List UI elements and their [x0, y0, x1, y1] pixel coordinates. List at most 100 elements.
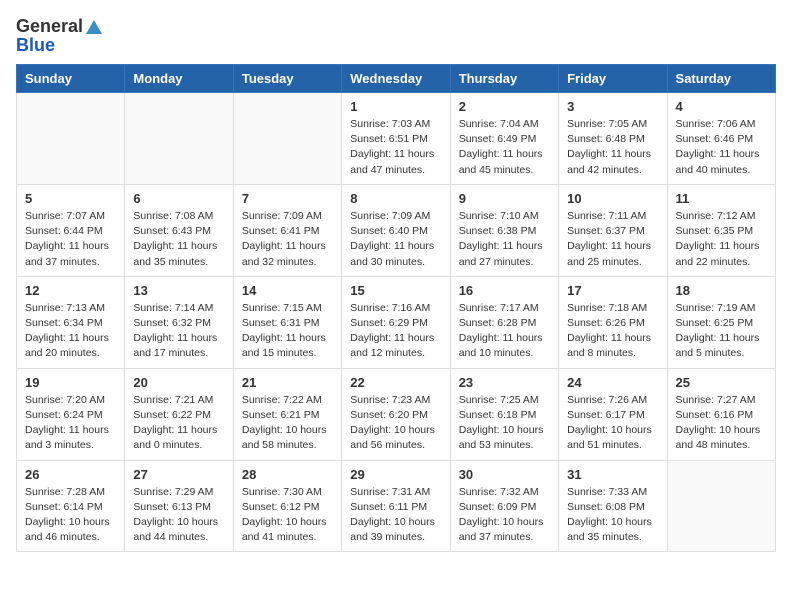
week-row-3: 12 Sunrise: 7:13 AMSunset: 6:34 PMDayligh… [17, 276, 776, 368]
day-cell: 19Sunrise: 7:20 AMSunset: 6:24 PMDayligh… [17, 368, 125, 460]
day-cell: 21 Sunrise: 7:22 AMSunset: 6:21 PMDayligh… [233, 368, 341, 460]
day-number: 25 [676, 375, 767, 390]
day-number: 17 [567, 283, 658, 298]
day-number: 26 [25, 467, 116, 482]
day-number: 21 [242, 375, 333, 390]
day-info: Sunrise: 7:26 AMSunset: 6:17 PMDaylight:… [567, 393, 658, 454]
logo-general-text: General [16, 16, 83, 37]
day-cell: 2Sunrise: 7:04 AMSunset: 6:49 PMDaylight… [450, 93, 558, 185]
day-cell: 22Sunrise: 7:23 AMSunset: 6:20 PMDayligh… [342, 368, 450, 460]
day-info: Sunrise: 7:04 AMSunset: 6:49 PMDaylight:… [459, 117, 550, 178]
day-number: 22 [350, 375, 441, 390]
day-info: Sunrise: 7:28 AMSunset: 6:14 PMDaylight:… [25, 485, 116, 546]
day-info: Sunrise: 7:12 AMSunset: 6:35 PMDaylight:… [676, 209, 767, 270]
day-info: Sunrise: 7:21 AMSunset: 6:22 PMDaylight:… [133, 393, 224, 454]
day-info: Sunrise: 7:14 AMSunset: 6:32 PMDaylight:… [133, 301, 224, 362]
day-number: 28 [242, 467, 333, 482]
week-row-5: 26 Sunrise: 7:28 AMSunset: 6:14 PMDayligh… [17, 460, 776, 552]
logo-blue-text: Blue [16, 35, 55, 56]
day-cell [17, 93, 125, 185]
day-cell: 11 Sunrise: 7:12 AMSunset: 6:35 PMDayligh… [667, 184, 775, 276]
day-info: Sunrise: 7:25 AMSunset: 6:18 PMDaylight:… [459, 393, 550, 454]
column-header-monday: Monday [125, 65, 233, 93]
day-cell: 12 Sunrise: 7:13 AMSunset: 6:34 PMDayligh… [17, 276, 125, 368]
day-cell: 7 Sunrise: 7:09 AMSunset: 6:41 PMDaylight… [233, 184, 341, 276]
week-row-4: 19Sunrise: 7:20 AMSunset: 6:24 PMDayligh… [17, 368, 776, 460]
day-number: 29 [350, 467, 441, 482]
day-number: 12 [25, 283, 116, 298]
day-number: 1 [350, 99, 441, 114]
day-cell: 25 Sunrise: 7:27 AMSunset: 6:16 PMDayligh… [667, 368, 775, 460]
column-header-thursday: Thursday [450, 65, 558, 93]
day-cell: 27 Sunrise: 7:29 AMSunset: 6:13 PMDayligh… [125, 460, 233, 552]
day-number: 24 [567, 375, 658, 390]
day-cell: 13Sunrise: 7:14 AMSunset: 6:32 PMDayligh… [125, 276, 233, 368]
day-info: Sunrise: 7:17 AMSunset: 6:28 PMDaylight:… [459, 301, 550, 362]
day-cell: 26 Sunrise: 7:28 AMSunset: 6:14 PMDayligh… [17, 460, 125, 552]
day-cell: 31 Sunrise: 7:33 AMSunset: 6:08 PMDayligh… [559, 460, 667, 552]
column-header-friday: Friday [559, 65, 667, 93]
day-info: Sunrise: 7:16 AMSunset: 6:29 PMDaylight:… [350, 301, 441, 362]
day-info: Sunrise: 7:27 AMSunset: 6:16 PMDaylight:… [676, 393, 767, 454]
day-info: Sunrise: 7:10 AMSunset: 6:38 PMDaylight:… [459, 209, 550, 270]
day-number: 11 [676, 191, 767, 206]
day-number: 30 [459, 467, 550, 482]
day-info: Sunrise: 7:32 AMSunset: 6:09 PMDaylight:… [459, 485, 550, 546]
day-number: 15 [350, 283, 441, 298]
week-row-2: 5 Sunrise: 7:07 AMSunset: 6:44 PMDaylight… [17, 184, 776, 276]
day-cell: 24 Sunrise: 7:26 AMSunset: 6:17 PMDayligh… [559, 368, 667, 460]
day-number: 31 [567, 467, 658, 482]
logo: General Blue [16, 16, 103, 56]
day-info: Sunrise: 7:08 AMSunset: 6:43 PMDaylight:… [133, 209, 224, 270]
day-number: 16 [459, 283, 550, 298]
day-info: Sunrise: 7:07 AMSunset: 6:44 PMDaylight:… [25, 209, 116, 270]
column-header-sunday: Sunday [17, 65, 125, 93]
day-number: 23 [459, 375, 550, 390]
day-number: 27 [133, 467, 224, 482]
day-cell: 5 Sunrise: 7:07 AMSunset: 6:44 PMDaylight… [17, 184, 125, 276]
day-cell [667, 460, 775, 552]
day-info: Sunrise: 7:05 AMSunset: 6:48 PMDaylight:… [567, 117, 658, 178]
day-cell: 17Sunrise: 7:18 AMSunset: 6:26 PMDayligh… [559, 276, 667, 368]
day-info: Sunrise: 7:13 AMSunset: 6:34 PMDaylight:… [25, 301, 116, 362]
day-number: 18 [676, 283, 767, 298]
column-header-wednesday: Wednesday [342, 65, 450, 93]
day-number: 6 [133, 191, 224, 206]
day-info: Sunrise: 7:09 AMSunset: 6:41 PMDaylight:… [242, 209, 333, 270]
day-info: Sunrise: 7:03 AMSunset: 6:51 PMDaylight:… [350, 117, 441, 178]
logo-icon [85, 18, 103, 36]
week-row-1: 1 Sunrise: 7:03 AMSunset: 6:51 PMDaylight… [17, 93, 776, 185]
day-cell: 16 Sunrise: 7:17 AMSunset: 6:28 PMDayligh… [450, 276, 558, 368]
day-cell: 29 Sunrise: 7:31 AMSunset: 6:11 PMDayligh… [342, 460, 450, 552]
day-info: Sunrise: 7:09 AMSunset: 6:40 PMDaylight:… [350, 209, 441, 270]
day-cell: 20 Sunrise: 7:21 AMSunset: 6:22 PMDayligh… [125, 368, 233, 460]
day-info: Sunrise: 7:33 AMSunset: 6:08 PMDaylight:… [567, 485, 658, 546]
day-cell: 23 Sunrise: 7:25 AMSunset: 6:18 PMDayligh… [450, 368, 558, 460]
day-cell: 6 Sunrise: 7:08 AMSunset: 6:43 PMDaylight… [125, 184, 233, 276]
day-info: Sunrise: 7:31 AMSunset: 6:11 PMDaylight:… [350, 485, 441, 546]
column-header-tuesday: Tuesday [233, 65, 341, 93]
day-info: Sunrise: 7:06 AMSunset: 6:46 PMDaylight:… [676, 117, 767, 178]
day-number: 5 [25, 191, 116, 206]
day-number: 9 [459, 191, 550, 206]
day-cell: 30 Sunrise: 7:32 AMSunset: 6:09 PMDayligh… [450, 460, 558, 552]
day-cell: 28 Sunrise: 7:30 AMSunset: 6:12 PMDayligh… [233, 460, 341, 552]
day-number: 10 [567, 191, 658, 206]
column-header-saturday: Saturday [667, 65, 775, 93]
day-number: 7 [242, 191, 333, 206]
day-info: Sunrise: 7:22 AMSunset: 6:21 PMDaylight:… [242, 393, 333, 454]
day-number: 19 [25, 375, 116, 390]
day-cell: 8Sunrise: 7:09 AMSunset: 6:40 PMDaylight… [342, 184, 450, 276]
day-info: Sunrise: 7:29 AMSunset: 6:13 PMDaylight:… [133, 485, 224, 546]
day-number: 20 [133, 375, 224, 390]
day-cell: 9 Sunrise: 7:10 AMSunset: 6:38 PMDaylight… [450, 184, 558, 276]
day-cell: 14Sunrise: 7:15 AMSunset: 6:31 PMDayligh… [233, 276, 341, 368]
day-info: Sunrise: 7:30 AMSunset: 6:12 PMDaylight:… [242, 485, 333, 546]
day-cell: 3 Sunrise: 7:05 AMSunset: 6:48 PMDaylight… [559, 93, 667, 185]
day-number: 3 [567, 99, 658, 114]
day-info: Sunrise: 7:11 AMSunset: 6:37 PMDaylight:… [567, 209, 658, 270]
day-cell: 10 Sunrise: 7:11 AMSunset: 6:37 PMDayligh… [559, 184, 667, 276]
calendar-header-row: SundayMondayTuesdayWednesdayThursdayFrid… [17, 65, 776, 93]
day-cell: 15 Sunrise: 7:16 AMSunset: 6:29 PMDayligh… [342, 276, 450, 368]
day-number: 4 [676, 99, 767, 114]
